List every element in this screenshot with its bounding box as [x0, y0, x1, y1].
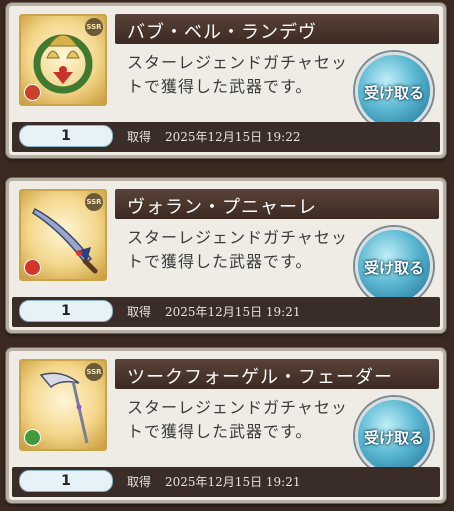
item-description: スターレジェンドガチャセットで獲得した武器です。 [127, 53, 348, 96]
obtained-date: 2025年12月15日 19:21 [165, 305, 301, 319]
element-icon [24, 84, 41, 101]
item-thumbnail[interactable]: SSR [19, 359, 107, 451]
item-name: ツークフォーゲル・フェーダー [127, 367, 393, 388]
quantity-display: 1 [19, 125, 113, 147]
rarity-badge: SSR [85, 193, 103, 211]
obtained-label: 取得 [127, 475, 152, 489]
receive-button[interactable]: 受け取る [355, 52, 433, 130]
item-thumbnail[interactable]: SSR [19, 189, 107, 281]
rarity-badge: SSR [85, 18, 103, 36]
gift-card: ツークフォーゲル・フェーダー SSR スターレジェンドガチャセットで獲得した武器… [6, 348, 446, 503]
quantity-display: 1 [19, 470, 113, 492]
receive-button-label: 受け取る [363, 84, 424, 102]
receive-button[interactable]: 受け取る [355, 227, 433, 305]
element-icon [24, 429, 41, 446]
obtained-date: 2025年12月15日 19:21 [165, 475, 301, 489]
receive-button-label: 受け取る [363, 259, 424, 277]
gift-card: バブ・ベル・ランデヴ SSR スターレジェンドガチャセットで獲得した武器です。 … [6, 3, 446, 158]
rarity-badge: SSR [85, 363, 103, 381]
quantity-display: 1 [19, 300, 113, 322]
item-name: ヴォラン・プニャーレ [127, 197, 317, 218]
item-thumbnail[interactable]: SSR [19, 14, 107, 106]
element-icon [24, 259, 41, 276]
obtained-label: 取得 [127, 305, 152, 319]
item-description: スターレジェンドガチャセットで獲得した武器です。 [127, 228, 348, 271]
receive-button-label: 受け取る [363, 429, 424, 447]
obtained-label: 取得 [127, 130, 152, 144]
obtained-date: 2025年12月15日 19:22 [165, 130, 301, 144]
receive-button[interactable]: 受け取る [355, 397, 433, 475]
item-name: バブ・ベル・ランデヴ [127, 22, 317, 43]
item-description: スターレジェンドガチャセットで獲得した武器です。 [127, 398, 348, 441]
gift-card: ヴォラン・プニャーレ SSR スターレジェンドガチャセットで獲得した武器です。 … [6, 178, 446, 333]
